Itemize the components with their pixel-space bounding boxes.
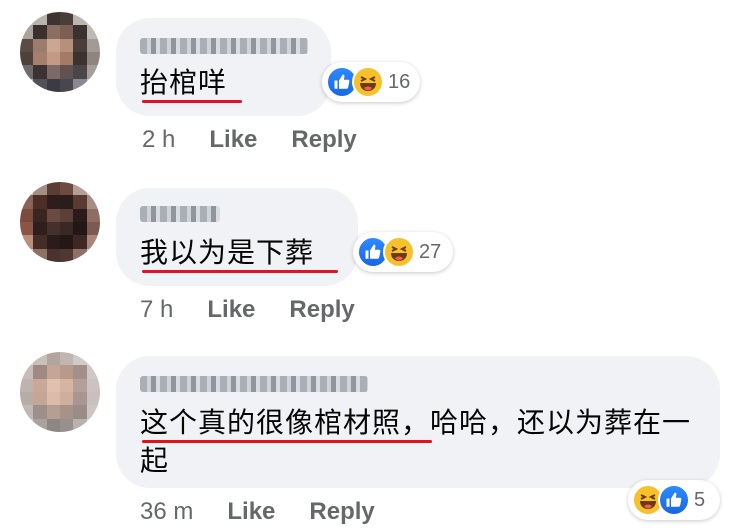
reaction-count: 16 <box>388 70 411 93</box>
reply-button[interactable]: Reply <box>291 126 356 154</box>
like-button[interactable]: Like <box>207 296 255 324</box>
text-underline <box>142 270 338 273</box>
author-name[interactable] <box>140 376 368 392</box>
reaction-summary[interactable]: 16 <box>322 62 420 102</box>
avatar[interactable] <box>20 12 100 92</box>
author-name[interactable] <box>140 206 220 222</box>
text-underline <box>142 440 432 443</box>
timestamp[interactable]: 36 m <box>140 498 193 526</box>
like-button[interactable]: Like <box>209 126 257 154</box>
author-name[interactable] <box>140 38 308 54</box>
reaction-summary[interactable]: 5 <box>628 480 720 520</box>
reply-button[interactable]: Reply <box>309 498 374 526</box>
timestamp[interactable]: 7 h <box>140 296 173 324</box>
text-underline <box>142 100 242 103</box>
reaction-count: 27 <box>419 240 442 263</box>
like-icon <box>658 484 690 516</box>
haha-icon <box>383 236 415 268</box>
comment-meta: 36 m Like Reply <box>140 498 409 526</box>
comment-meta: 7 h Like Reply <box>140 296 389 324</box>
comment-text: 抬棺咩 <box>140 66 228 99</box>
haha-icon <box>352 66 384 98</box>
reaction-count: 5 <box>694 488 706 511</box>
reply-button[interactable]: Reply <box>289 296 354 324</box>
comment-text: 我以为是下葬 <box>140 236 315 269</box>
avatar[interactable] <box>20 182 100 262</box>
timestamp[interactable]: 2 h <box>142 126 175 154</box>
avatar[interactable] <box>20 352 100 432</box>
comment-meta: 2 h Like Reply <box>142 126 391 154</box>
reaction-summary[interactable]: 27 <box>353 232 453 272</box>
like-button[interactable]: Like <box>227 498 275 526</box>
